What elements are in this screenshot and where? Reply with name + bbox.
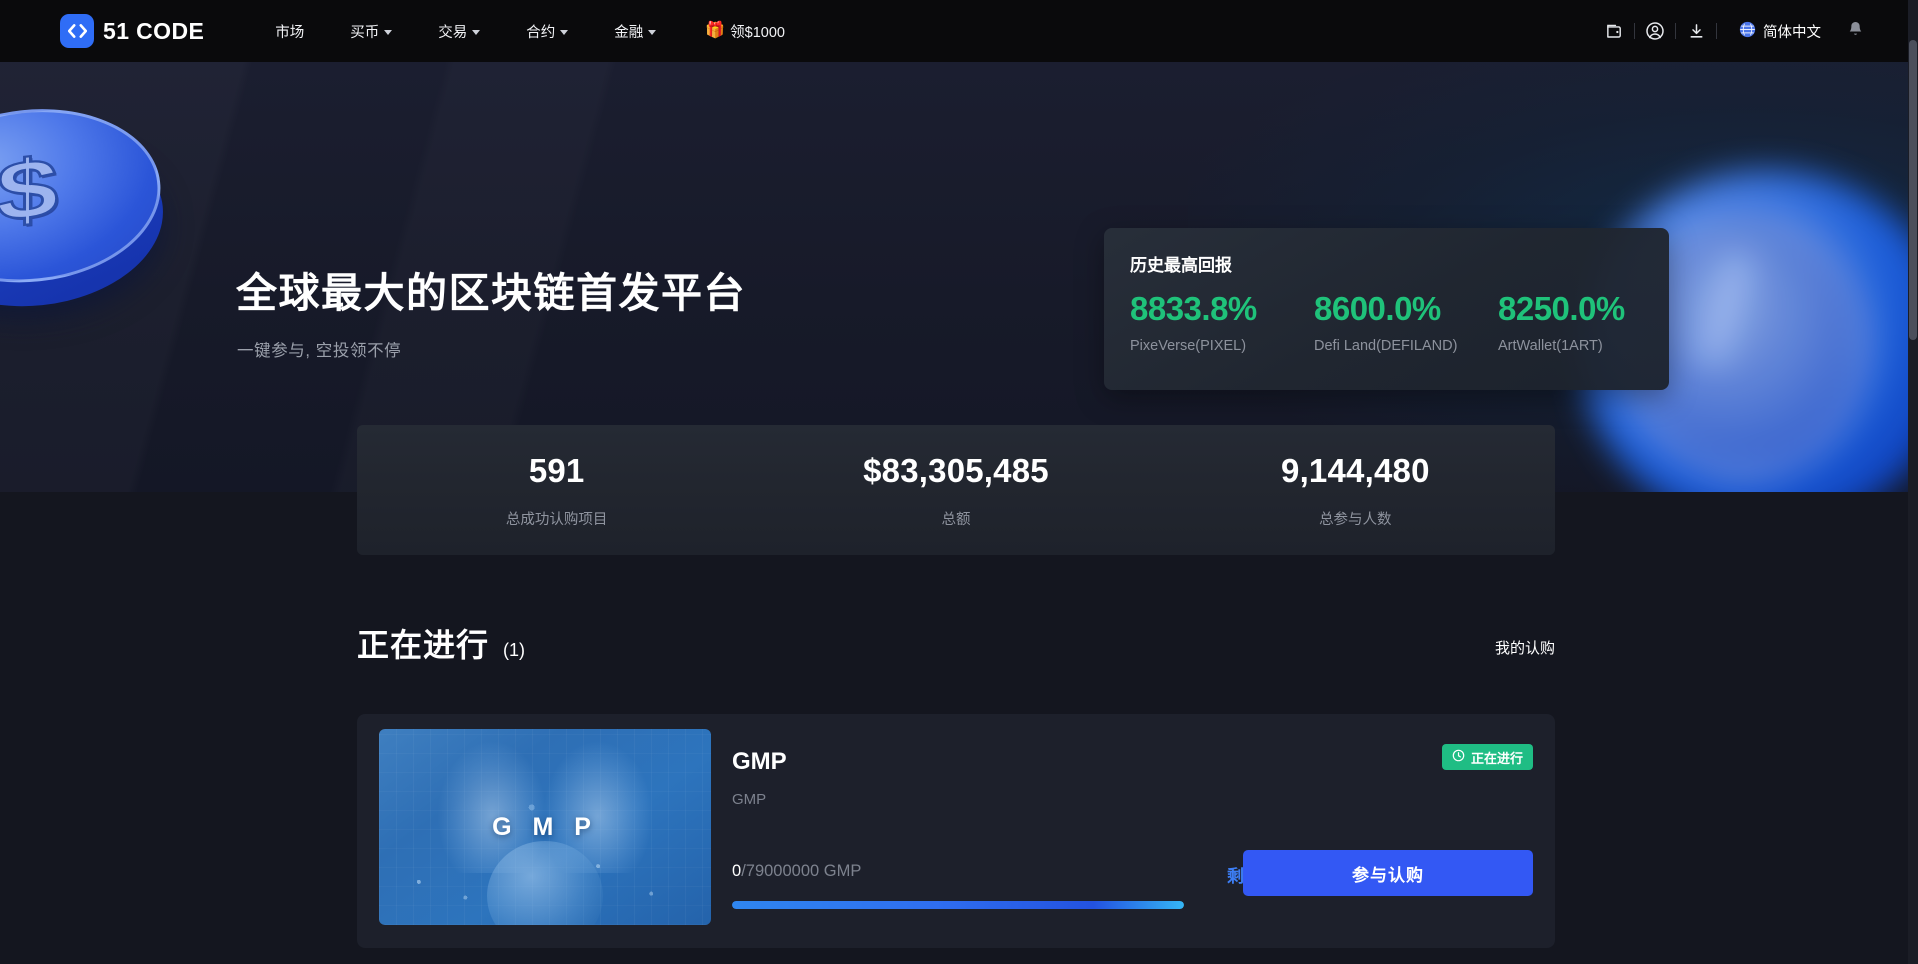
chevron-down-icon <box>472 30 480 35</box>
clock-icon <box>1452 749 1465 765</box>
header-divider <box>1716 23 1717 39</box>
stat-label: 总成功认购项目 <box>506 508 608 529</box>
page-scrollbar-track[interactable] <box>1908 0 1918 964</box>
stat-value: 9,144,480 <box>1281 452 1430 490</box>
hero-title: 全球最大的区块链首发平台 <box>236 259 746 319</box>
history-returns-title: 历史最高回报 <box>1130 251 1232 276</box>
stat-item-participants: 9,144,480 总参与人数 <box>1156 425 1555 555</box>
section-title: 正在进行 <box>357 620 489 666</box>
history-return-percent: 8250.0% <box>1498 290 1682 329</box>
history-return-percent: 8600.0% <box>1314 290 1498 329</box>
top-header: 51 CODE 市场 买币 交易 合约 金融 🎁 <box>0 0 1908 62</box>
participate-subscription-button[interactable]: 参与认购 <box>1243 850 1533 896</box>
download-icon[interactable] <box>1676 0 1716 62</box>
stat-value: 591 <box>529 452 585 490</box>
claim-bonus-label: 领$1000 <box>730 21 785 42</box>
page-root: 51 CODE 市场 买币 交易 合约 金融 🎁 <box>0 0 1918 964</box>
status-badge-label: 正在进行 <box>1471 748 1523 767</box>
nav-item-label: 金融 <box>614 21 643 42</box>
gift-icon: 🎁 <box>705 23 725 39</box>
history-return-item: 8250.0% ArtWallet(1ART) <box>1498 290 1682 354</box>
brand-name: 51 CODE <box>103 18 204 45</box>
globe-icon <box>1739 21 1756 42</box>
nav-item-trade[interactable]: 交易 <box>415 0 503 62</box>
history-return-name: Defi Land(DEFILAND) <box>1314 338 1498 354</box>
nav-item-label: 市场 <box>275 21 304 42</box>
history-return-name: PixeVerse(PIXEL) <box>1130 338 1314 354</box>
stat-value: $83,305,485 <box>863 452 1049 490</box>
nav-item-market[interactable]: 市场 <box>252 0 327 62</box>
history-return-percent: 8833.8% <box>1130 290 1314 329</box>
code-brackets-icon <box>60 14 94 48</box>
nav-item-buy-coin[interactable]: 买币 <box>327 0 415 62</box>
nav-item-finance[interactable]: 金融 <box>591 0 679 62</box>
progress-bar-track <box>732 901 1184 909</box>
nav-item-label: 交易 <box>438 21 467 42</box>
user-account-icon[interactable] <box>1635 0 1675 62</box>
my-subscriptions-link[interactable]: 我的认购 <box>1495 637 1555 658</box>
chevron-down-icon <box>648 30 656 35</box>
progress-amount-text: 0/79000000 GMP <box>732 862 1182 881</box>
header-right-tools: 简体中文 <box>1594 0 1864 62</box>
language-label: 简体中文 <box>1763 21 1821 42</box>
stat-label: 总参与人数 <box>1319 508 1392 529</box>
project-thumbnail: G M P <box>379 729 711 925</box>
chevron-down-icon <box>384 30 392 35</box>
section-count: (1) <box>503 640 525 661</box>
status-badge: 正在进行 <box>1442 744 1533 770</box>
language-selector[interactable]: 简体中文 <box>1739 21 1821 42</box>
bell-icon[interactable] <box>1847 20 1864 43</box>
history-return-item: 8833.8% PixeVerse(PIXEL) <box>1130 290 1314 354</box>
main-nav: 市场 买币 交易 合约 金融 🎁 领$1000 <box>252 0 808 62</box>
project-progress-area: 0/79000000 GMP <box>732 862 1182 909</box>
stat-label: 总额 <box>941 508 970 529</box>
project-name: GMP <box>732 748 787 776</box>
hero-subtitle: 一键参与, 空投领不停 <box>237 337 401 361</box>
nav-item-contract[interactable]: 合约 <box>503 0 591 62</box>
history-returns-card: 历史最高回报 8833.8% PixeVerse(PIXEL) 8600.0% … <box>1104 228 1669 390</box>
nav-item-label: 买币 <box>350 21 379 42</box>
stat-item-projects: 591 总成功认购项目 <box>357 425 756 555</box>
nav-item-label: 合约 <box>526 21 555 42</box>
page-scrollbar-thumb[interactable] <box>1909 40 1917 340</box>
brand-logo-group[interactable]: 51 CODE <box>60 14 204 48</box>
stat-item-total-amount: $83,305,485 总额 <box>756 425 1155 555</box>
history-returns-list: 8833.8% PixeVerse(PIXEL) 8600.0% Defi La… <box>1130 290 1682 354</box>
progress-raised-amount: 0 <box>732 862 741 880</box>
progress-bar-fill <box>732 901 1184 909</box>
progress-total-amount: /79000000 GMP <box>741 862 861 880</box>
project-symbol: GMP <box>732 791 766 808</box>
ongoing-section-header: 正在进行 (1) 我的认购 <box>357 620 1555 670</box>
history-return-name: ArtWallet(1ART) <box>1498 338 1682 354</box>
decorative-coin-left-icon: $ <box>0 86 206 365</box>
viewport: 51 CODE 市场 买币 交易 合约 金融 🎁 <box>0 0 1908 964</box>
thumbnail-label: G M P <box>379 813 711 842</box>
chevron-down-icon <box>560 30 568 35</box>
history-return-item: 8600.0% Defi Land(DEFILAND) <box>1314 290 1498 354</box>
nav-item-claim-bonus[interactable]: 🎁 领$1000 <box>679 0 808 62</box>
platform-stats-bar: 591 总成功认购项目 $83,305,485 总额 9,144,480 总参与… <box>357 425 1555 555</box>
project-card-gmp[interactable]: G M P GMP GMP 正在进行 0/79000000 GMP 剩余：100… <box>357 714 1555 948</box>
wallet-icon[interactable] <box>1594 0 1634 62</box>
